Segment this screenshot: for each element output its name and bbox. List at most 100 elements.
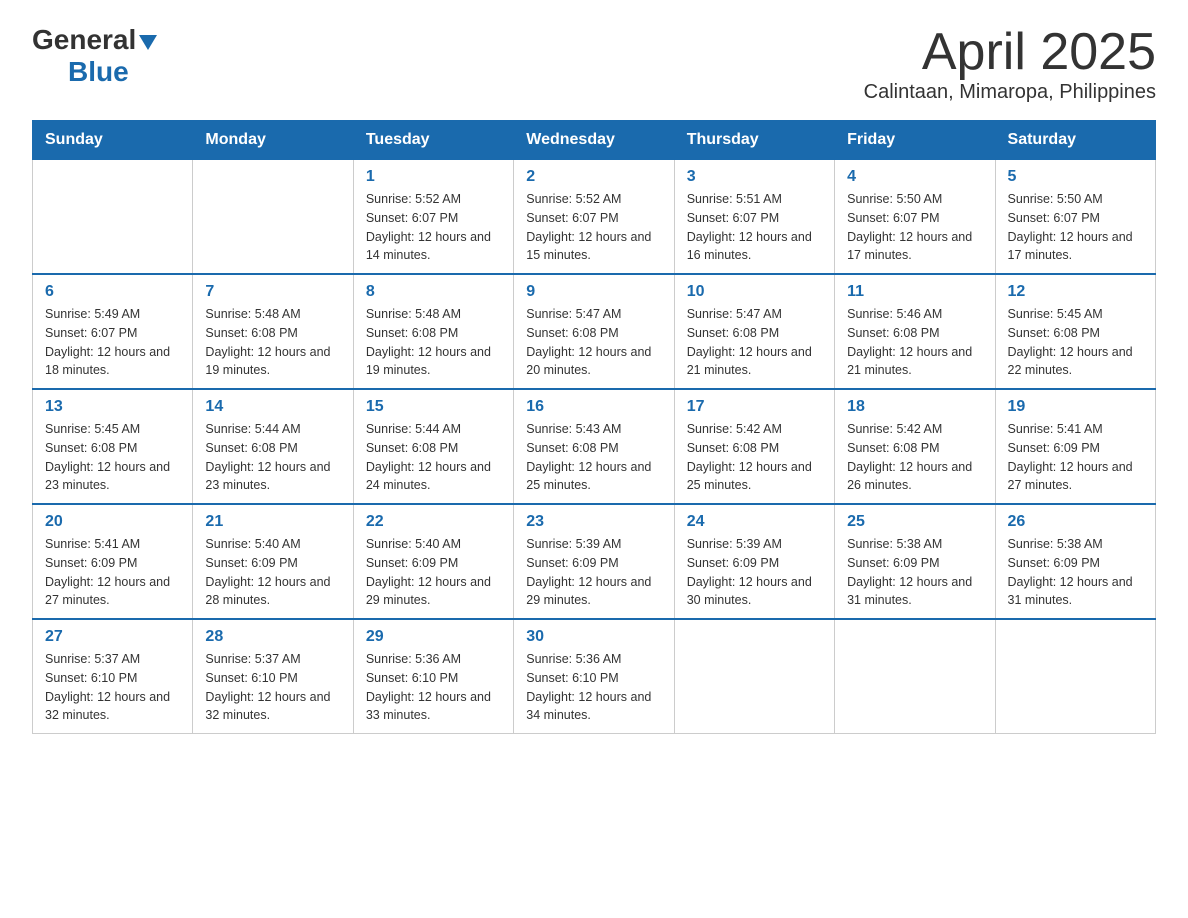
calendar-cell: 28Sunrise: 5:37 AMSunset: 6:10 PMDayligh… xyxy=(193,619,353,734)
calendar-cell xyxy=(995,619,1155,734)
calendar-cell: 7Sunrise: 5:48 AMSunset: 6:08 PMDaylight… xyxy=(193,274,353,389)
calendar-cell: 9 Sunrise: 5:47 AMSunset: 6:08 PMDaylight… xyxy=(514,274,674,389)
calendar-cell xyxy=(674,619,834,734)
day-number: 22 xyxy=(366,513,501,531)
calendar-week-4: 20 Sunrise: 5:41 AMSunset: 6:09 PMDayligh… xyxy=(33,504,1156,619)
calendar-cell: 4 Sunrise: 5:50 AMSunset: 6:07 PMDaylight… xyxy=(835,160,995,275)
calendar-cell: 2 Sunrise: 5:52 AMSunset: 6:07 PMDaylight… xyxy=(514,160,674,275)
day-number: 5 xyxy=(1008,168,1143,186)
day-info: Sunrise: 5:50 AMSunset: 6:07 PMDaylight:… xyxy=(847,190,982,265)
calendar-cell: 25 Sunrise: 5:38 AMSunset: 6:09 PMDayligh… xyxy=(835,504,995,619)
logo-blue: Blue xyxy=(68,56,129,87)
calendar-cell: 24 Sunrise: 5:39 AMSunset: 6:09 PMDayligh… xyxy=(674,504,834,619)
calendar-header-row: SundayMondayTuesdayWednesdayThursdayFrid… xyxy=(33,121,1156,160)
day-info: Sunrise: 5:44 AMSunset: 6:08 PMDaylight:… xyxy=(205,420,340,495)
day-number: 8 xyxy=(366,283,501,301)
day-number: 4 xyxy=(847,168,982,186)
calendar-cell xyxy=(33,160,193,275)
calendar-cell: 16 Sunrise: 5:43 AMSunset: 6:08 PMDayligh… xyxy=(514,389,674,504)
day-number: 23 xyxy=(526,513,661,531)
calendar-cell xyxy=(835,619,995,734)
day-info: Sunrise: 5:45 AMSunset: 6:08 PMDaylight:… xyxy=(1008,305,1143,380)
calendar-cell: 13 Sunrise: 5:45 AMSunset: 6:08 PMDayligh… xyxy=(33,389,193,504)
calendar-cell: 12 Sunrise: 5:45 AMSunset: 6:08 PMDayligh… xyxy=(995,274,1155,389)
day-number: 13 xyxy=(45,398,180,416)
weekday-header-tuesday: Tuesday xyxy=(353,121,513,160)
calendar-cell xyxy=(193,160,353,275)
weekday-header-monday: Monday xyxy=(193,121,353,160)
day-info: Sunrise: 5:48 AMSunset: 6:08 PMDaylight:… xyxy=(366,305,501,380)
title-section: April 2025 Calintaan, Mimaropa, Philippi… xyxy=(864,24,1156,104)
calendar-week-1: 1 Sunrise: 5:52 AMSunset: 6:07 PMDaylight… xyxy=(33,160,1156,275)
calendar-week-3: 13 Sunrise: 5:45 AMSunset: 6:08 PMDayligh… xyxy=(33,389,1156,504)
logo: General Blue xyxy=(32,24,157,88)
day-info: Sunrise: 5:39 AMSunset: 6:09 PMDaylight:… xyxy=(687,535,822,610)
calendar-cell: 8 Sunrise: 5:48 AMSunset: 6:08 PMDaylight… xyxy=(353,274,513,389)
calendar-cell: 19 Sunrise: 5:41 AMSunset: 6:09 PMDayligh… xyxy=(995,389,1155,504)
day-info: Sunrise: 5:38 AMSunset: 6:09 PMDaylight:… xyxy=(1008,535,1143,610)
day-number: 26 xyxy=(1008,513,1143,531)
day-info: Sunrise: 5:37 AMSunset: 6:10 PMDaylight:… xyxy=(45,650,180,725)
location-title: Calintaan, Mimaropa, Philippines xyxy=(864,81,1156,104)
calendar-cell: 5 Sunrise: 5:50 AMSunset: 6:07 PMDaylight… xyxy=(995,160,1155,275)
calendar-cell: 20 Sunrise: 5:41 AMSunset: 6:09 PMDayligh… xyxy=(33,504,193,619)
calendar-cell: 10 Sunrise: 5:47 AMSunset: 6:08 PMDayligh… xyxy=(674,274,834,389)
weekday-header-saturday: Saturday xyxy=(995,121,1155,160)
weekday-header-friday: Friday xyxy=(835,121,995,160)
day-number: 11 xyxy=(847,283,982,301)
day-number: 21 xyxy=(205,513,340,531)
logo-general: General xyxy=(32,24,136,56)
day-info: Sunrise: 5:47 AMSunset: 6:08 PMDaylight:… xyxy=(687,305,822,380)
calendar-cell: 1 Sunrise: 5:52 AMSunset: 6:07 PMDaylight… xyxy=(353,160,513,275)
calendar-cell: 11Sunrise: 5:46 AMSunset: 6:08 PMDayligh… xyxy=(835,274,995,389)
day-info: Sunrise: 5:38 AMSunset: 6:09 PMDaylight:… xyxy=(847,535,982,610)
day-number: 9 xyxy=(526,283,661,301)
day-number: 6 xyxy=(45,283,180,301)
logo-triangle-icon xyxy=(139,35,157,50)
day-info: Sunrise: 5:50 AMSunset: 6:07 PMDaylight:… xyxy=(1008,190,1143,265)
calendar-cell: 22 Sunrise: 5:40 AMSunset: 6:09 PMDayligh… xyxy=(353,504,513,619)
day-info: Sunrise: 5:43 AMSunset: 6:08 PMDaylight:… xyxy=(526,420,661,495)
day-number: 15 xyxy=(366,398,501,416)
calendar-cell: 29 Sunrise: 5:36 AMSunset: 6:10 PMDayligh… xyxy=(353,619,513,734)
calendar-week-2: 6 Sunrise: 5:49 AMSunset: 6:07 PMDaylight… xyxy=(33,274,1156,389)
calendar-cell: 26 Sunrise: 5:38 AMSunset: 6:09 PMDayligh… xyxy=(995,504,1155,619)
day-number: 19 xyxy=(1008,398,1143,416)
day-number: 2 xyxy=(526,168,661,186)
day-number: 28 xyxy=(205,628,340,646)
day-number: 7 xyxy=(205,283,340,301)
day-info: Sunrise: 5:40 AMSunset: 6:09 PMDaylight:… xyxy=(366,535,501,610)
day-info: Sunrise: 5:41 AMSunset: 6:09 PMDaylight:… xyxy=(45,535,180,610)
day-number: 20 xyxy=(45,513,180,531)
day-number: 14 xyxy=(205,398,340,416)
day-number: 16 xyxy=(526,398,661,416)
calendar-cell: 30Sunrise: 5:36 AMSunset: 6:10 PMDayligh… xyxy=(514,619,674,734)
day-number: 10 xyxy=(687,283,822,301)
day-number: 30 xyxy=(526,628,661,646)
day-info: Sunrise: 5:36 AMSunset: 6:10 PMDaylight:… xyxy=(366,650,501,725)
day-info: Sunrise: 5:41 AMSunset: 6:09 PMDaylight:… xyxy=(1008,420,1143,495)
day-info: Sunrise: 5:52 AMSunset: 6:07 PMDaylight:… xyxy=(526,190,661,265)
day-info: Sunrise: 5:45 AMSunset: 6:08 PMDaylight:… xyxy=(45,420,180,495)
day-number: 12 xyxy=(1008,283,1143,301)
day-info: Sunrise: 5:44 AMSunset: 6:08 PMDaylight:… xyxy=(366,420,501,495)
day-info: Sunrise: 5:52 AMSunset: 6:07 PMDaylight:… xyxy=(366,190,501,265)
weekday-header-sunday: Sunday xyxy=(33,121,193,160)
day-info: Sunrise: 5:42 AMSunset: 6:08 PMDaylight:… xyxy=(847,420,982,495)
day-number: 24 xyxy=(687,513,822,531)
calendar-cell: 6 Sunrise: 5:49 AMSunset: 6:07 PMDaylight… xyxy=(33,274,193,389)
calendar-cell: 27Sunrise: 5:37 AMSunset: 6:10 PMDayligh… xyxy=(33,619,193,734)
day-info: Sunrise: 5:49 AMSunset: 6:07 PMDaylight:… xyxy=(45,305,180,380)
calendar-cell: 17Sunrise: 5:42 AMSunset: 6:08 PMDayligh… xyxy=(674,389,834,504)
calendar-cell: 3Sunrise: 5:51 AMSunset: 6:07 PMDaylight… xyxy=(674,160,834,275)
day-info: Sunrise: 5:40 AMSunset: 6:09 PMDaylight:… xyxy=(205,535,340,610)
day-number: 29 xyxy=(366,628,501,646)
page-header: General Blue April 2025 Calintaan, Mimar… xyxy=(32,24,1156,104)
calendar-week-5: 27Sunrise: 5:37 AMSunset: 6:10 PMDayligh… xyxy=(33,619,1156,734)
day-number: 1 xyxy=(366,168,501,186)
calendar-cell: 14 Sunrise: 5:44 AMSunset: 6:08 PMDayligh… xyxy=(193,389,353,504)
day-number: 18 xyxy=(847,398,982,416)
day-info: Sunrise: 5:47 AMSunset: 6:08 PMDaylight:… xyxy=(526,305,661,380)
day-number: 25 xyxy=(847,513,982,531)
day-info: Sunrise: 5:39 AMSunset: 6:09 PMDaylight:… xyxy=(526,535,661,610)
